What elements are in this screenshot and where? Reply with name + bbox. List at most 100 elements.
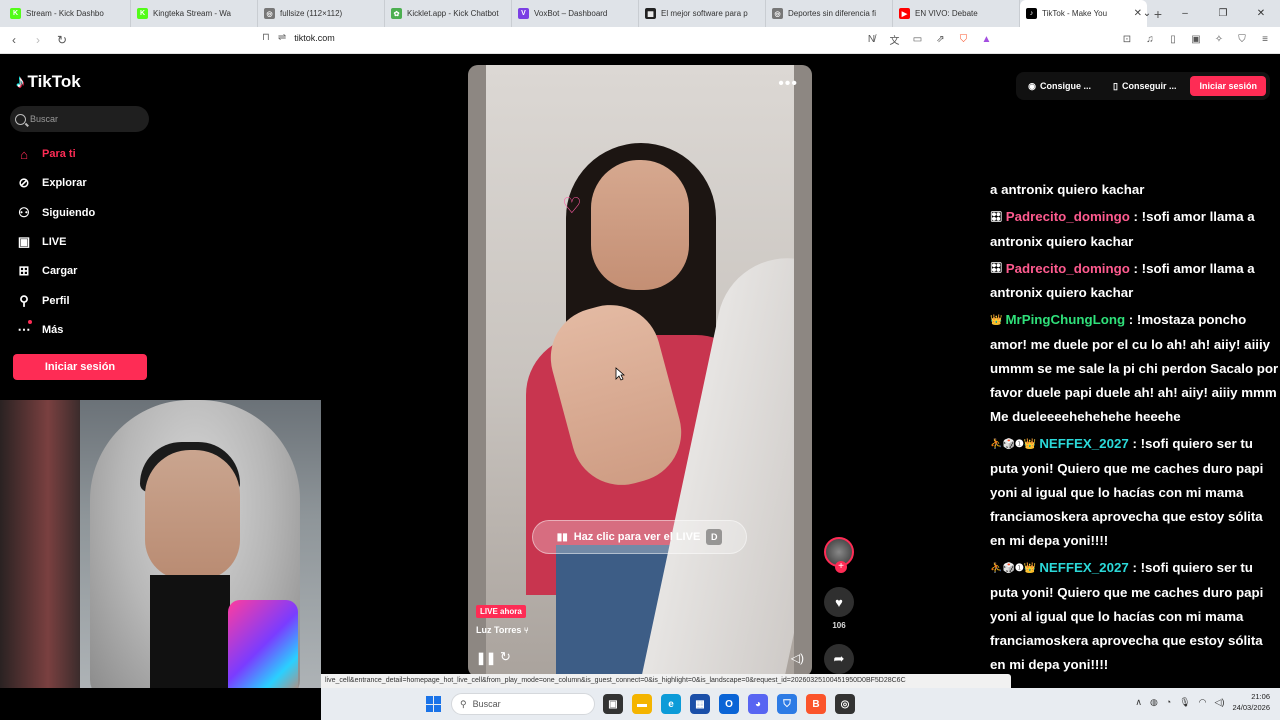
creator-name-text[interactable]: Luz Torres [476, 625, 521, 635]
file-explorer-icon[interactable]: ▬ [632, 694, 652, 714]
wifi-icon[interactable]: ◠ [1199, 697, 1207, 708]
task-view-icon[interactable]: ▣ [603, 694, 623, 714]
outlook-icon[interactable]: O [719, 694, 739, 714]
sidebar-item-siguiendo[interactable]: ⚇ Siguiendo [16, 205, 95, 221]
clock[interactable]: 21:06 24/03/2026 [1232, 691, 1270, 713]
url-field[interactable]: ⊓ ⇌ tiktok.com [262, 32, 335, 43]
browser-tab[interactable]: ▦ El mejor software para p [639, 0, 766, 27]
menu-icon[interactable]: ≡ [1258, 32, 1272, 46]
browser-tab[interactable]: ◎ fullsize (112×112) [258, 0, 385, 27]
windows-start-icon[interactable] [426, 696, 442, 712]
store-icon[interactable]: ▦ [690, 694, 710, 714]
translate-icon[interactable]: 文 [887, 32, 902, 47]
tray-network-icon[interactable]: ◍ [1150, 697, 1158, 708]
brave-icon[interactable]: B [806, 694, 826, 714]
follow-plus-icon[interactable]: + [835, 561, 847, 573]
share-icon[interactable]: ⇗ [933, 32, 948, 47]
taskbar-search-label: Buscar [472, 699, 501, 709]
close-window-button[interactable]: ✕ [1242, 0, 1280, 27]
vpn-icon[interactable]: ⛉ [1235, 32, 1249, 46]
sidebar-item-label: Para ti [42, 148, 76, 160]
minimize-button[interactable]: – [1166, 0, 1204, 27]
speaker-icon[interactable]: ◁) [1215, 697, 1225, 708]
tab-search-icon[interactable]: ⌄ [1128, 0, 1166, 27]
tab-label: VoxBot – Dashboard [534, 9, 608, 18]
volume-icon[interactable]: ◁) [791, 651, 804, 665]
profile-icon: ⚲ [19, 293, 29, 308]
search-box[interactable] [10, 106, 149, 132]
browser-tab[interactable]: ✿ Kicklet.app - Kick Chatbot [385, 0, 512, 27]
notification-dot [28, 320, 32, 324]
more-options-icon[interactable]: ••• [778, 75, 798, 93]
chat-text: : !mostaza poncho amor! me duele por el … [990, 312, 1279, 425]
tab-favicon-icon: ◎ [772, 8, 783, 19]
sidebar-item-mas[interactable]: ⋯ Más [16, 320, 63, 338]
logo-text: TikTok [27, 72, 81, 91]
screenshot-icon[interactable]: ⊡ [1120, 32, 1134, 46]
tray-chevron-icon[interactable]: ∧ [1135, 697, 1142, 708]
chat-message: 🎛 Padrecito_domingo : !sofi amor llama a … [990, 257, 1280, 306]
sidebar-item-explorar[interactable]: ⊘ Explorar [16, 175, 87, 191]
tray-app-icon[interactable]: ◔ [1166, 697, 1171, 707]
sidebar-login-button[interactable]: Iniciar sesión [13, 354, 147, 380]
creator-avatar[interactable]: + [824, 537, 854, 573]
like-button[interactable]: ♥ [824, 587, 854, 617]
search-input[interactable] [30, 114, 140, 124]
brave-shield-icon[interactable]: ⛉ [956, 32, 971, 47]
maximize-button[interactable]: ❐ [1204, 0, 1242, 27]
chat-badge-icon: 🎛 [990, 263, 1003, 275]
sidebar-item-para-ti[interactable]: ⌂ Para ti [16, 146, 76, 162]
url-text[interactable]: tiktok.com [294, 33, 335, 43]
tiktok-page: ♪ TikTok ⌂ Para ti ⊘ Explorar ⚇ Siguiend… [0, 54, 1280, 688]
chat-username: Padrecito_domingo [1005, 260, 1130, 276]
keyboard-shortcut-badge: D [706, 529, 723, 545]
discord-icon[interactable]: ◕ [748, 694, 768, 714]
browser-tab-bar: K Stream - Kick Dashbo K Kingteka Stream - … [0, 0, 1280, 27]
like-count: 106 [832, 621, 846, 630]
chat-badge-icon: 🎛 [990, 211, 1003, 223]
watch-live-button[interactable]: ▮▮ Haz clic para ver el LIVE D [532, 520, 747, 554]
video-actions: + ♥ 106 ➦ 2 [822, 537, 856, 687]
taskbar-search[interactable]: ⚲ Buscar [451, 693, 595, 715]
security-icon[interactable]: ⛉ [777, 694, 797, 714]
bookmark-icon[interactable]: ⊓ [262, 32, 270, 43]
music-icon[interactable]: ♫ [1143, 32, 1157, 46]
browser-tab[interactable]: K Stream - Kick Dashbo [4, 0, 131, 27]
top-login-button[interactable]: Iniciar sesión [1190, 76, 1266, 96]
sidebar-icon[interactable]: ▯ [1166, 32, 1180, 46]
top-right-actions: ◉ Consigue ... ▯ Conseguir ... Iniciar s… [1016, 72, 1270, 100]
sidebar-item-perfil[interactable]: ⚲ Perfil [16, 293, 69, 309]
wallet-icon[interactable]: ▣ [1189, 32, 1203, 46]
reload-icon[interactable]: ↻ [52, 33, 72, 47]
refresh-icon[interactable]: ↻ [500, 649, 511, 665]
tiktok-logo[interactable]: ♪ TikTok [16, 72, 81, 92]
browser-tab[interactable]: ▶ EN VIVO: Debate [893, 0, 1020, 27]
obs-icon[interactable]: ◎ [835, 694, 855, 714]
home-icon: ⌂ [20, 146, 28, 162]
get-app-button[interactable]: ▯ Conseguir ... [1105, 75, 1184, 98]
ai-icon[interactable]: ✧ [1212, 32, 1226, 46]
share-button[interactable]: ➦ [824, 644, 854, 674]
sidebar-item-cargar[interactable]: ⊞ Cargar [16, 263, 78, 279]
cast-icon[interactable]: ▭ [910, 32, 925, 47]
pause-icon[interactable]: ❚❚ [476, 651, 496, 665]
sidebar-item-live[interactable]: ▣ LIVE [16, 234, 67, 250]
edge-icon[interactable]: e [661, 694, 681, 714]
browser-tab[interactable]: ◎ Deportes sin diferencia fi [766, 0, 893, 27]
creator-name[interactable]: Luz Torres ⑂ [476, 625, 529, 635]
browser-tab[interactable]: K Kingteka Stream - Wa [131, 0, 258, 27]
browser-tab[interactable]: V VoxBot – Dashboard [512, 0, 639, 27]
microphone-icon[interactable]: 🎙︎ [1179, 697, 1190, 708]
site-settings-icon[interactable]: ⇌ [278, 32, 286, 43]
forward-icon[interactable]: › [28, 33, 48, 47]
rewards-icon[interactable]: ▲ [979, 32, 994, 47]
back-icon[interactable]: ‹ [4, 33, 24, 47]
no-track-icon[interactable]: N̸ [864, 32, 879, 47]
system-tray: ∧ ◍ ◔ 🎙︎ ◠ ◁) 21:06 24/03/2026 [1135, 691, 1270, 713]
get-coins-button[interactable]: ◉ Consigue ... [1020, 75, 1099, 98]
tab-favicon-icon: V [518, 8, 529, 19]
webcam-face [145, 450, 240, 580]
tab-label: TikTok - Make You [1042, 9, 1108, 18]
heart-icon: ♥ [835, 594, 843, 610]
live-video-card[interactable]: ♡ ••• ▮▮ Haz clic para ver el LIVE D LIV… [468, 65, 812, 677]
